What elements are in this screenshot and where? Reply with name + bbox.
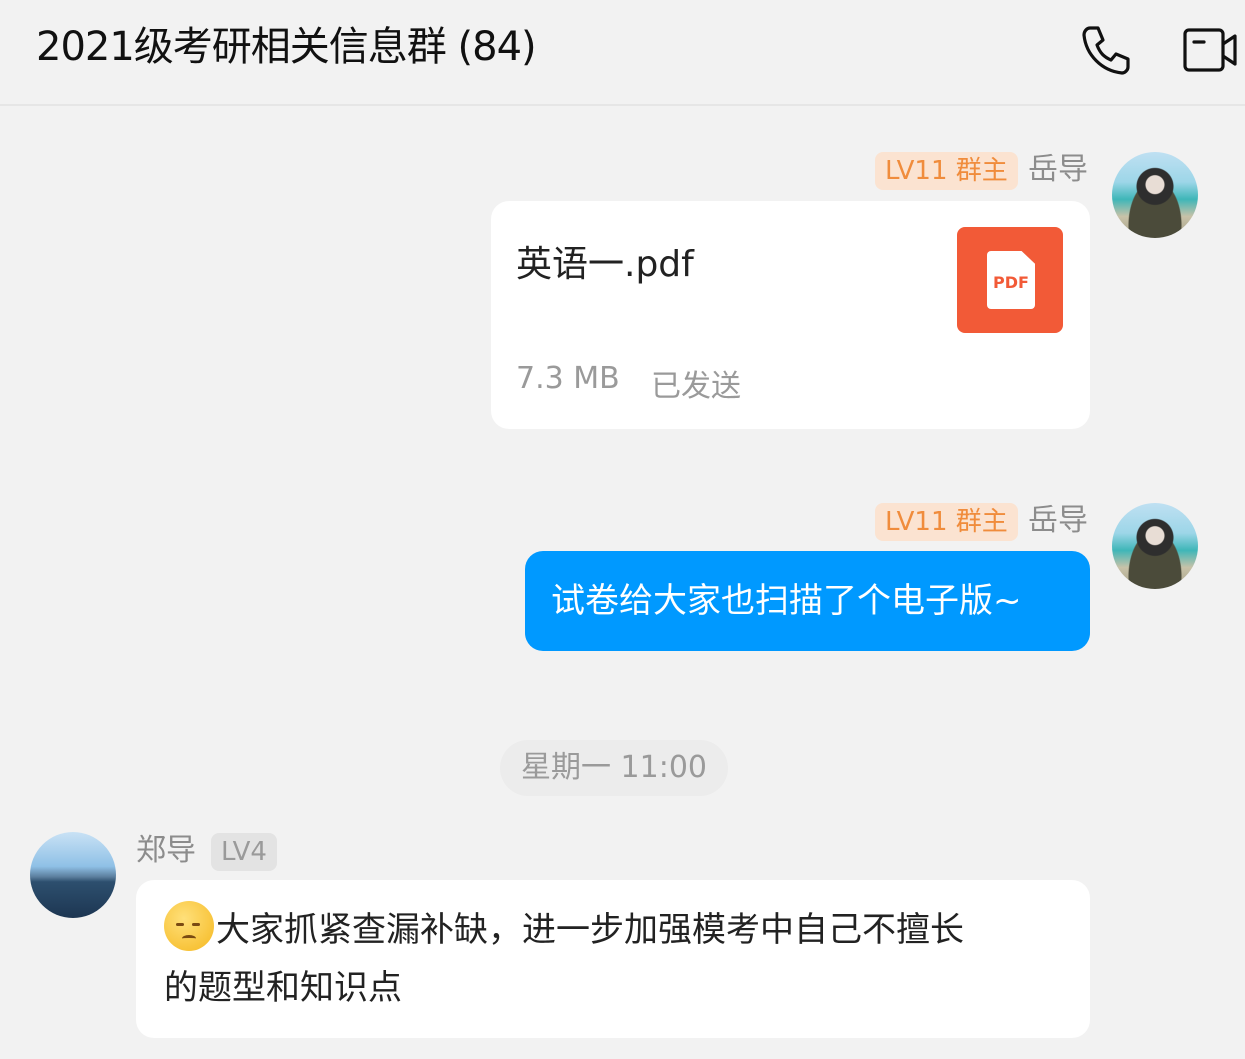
pdf-file-icon: PDF (957, 227, 1063, 333)
file-size: 7.3 MB (516, 361, 620, 396)
file-name: 英语一.pdf (516, 244, 694, 285)
sweat-smile-emoji-icon (164, 901, 214, 951)
outgoing-message-bubble[interactable]: 试卷给大家也扫描了个电子版~ (525, 551, 1090, 651)
level-badge: LV11 群主 (875, 503, 1018, 541)
file-status: 已发送 (651, 369, 741, 404)
chat-title[interactable]: 2021级考研相关信息群 (84) (36, 20, 537, 74)
level-badge: LV11 群主 (875, 152, 1018, 190)
avatar[interactable] (1112, 152, 1198, 238)
chat-header: 2021级考研相关信息群 (84) (0, 0, 1245, 106)
phone-icon[interactable] (1078, 22, 1134, 82)
avatar[interactable] (30, 832, 116, 918)
sender-name[interactable]: 岳导 (1028, 501, 1088, 541)
pdf-icon-label: PDF (993, 273, 1029, 292)
file-message-card[interactable]: 英语一.pdf PDF 7.3 MB 已发送 (491, 201, 1090, 429)
timestamp-divider: 星期一 11:00 (500, 740, 728, 796)
message-text-line: 大家抓紧查漏补缺，进一步加强模考中自己不擅长 (216, 910, 964, 950)
sender-name[interactable]: 岳导 (1028, 150, 1088, 190)
level-badge: LV4 (211, 833, 277, 871)
avatar[interactable] (1112, 503, 1198, 589)
incoming-message-bubble[interactable]: 大家抓紧查漏补缺，进一步加强模考中自己不擅长 的题型和知识点 (136, 880, 1090, 1038)
video-camera-icon[interactable] (1180, 22, 1240, 82)
message-text-line: 的题型和知识点 (164, 968, 402, 1008)
sender-name[interactable]: 郑导 (136, 831, 196, 871)
